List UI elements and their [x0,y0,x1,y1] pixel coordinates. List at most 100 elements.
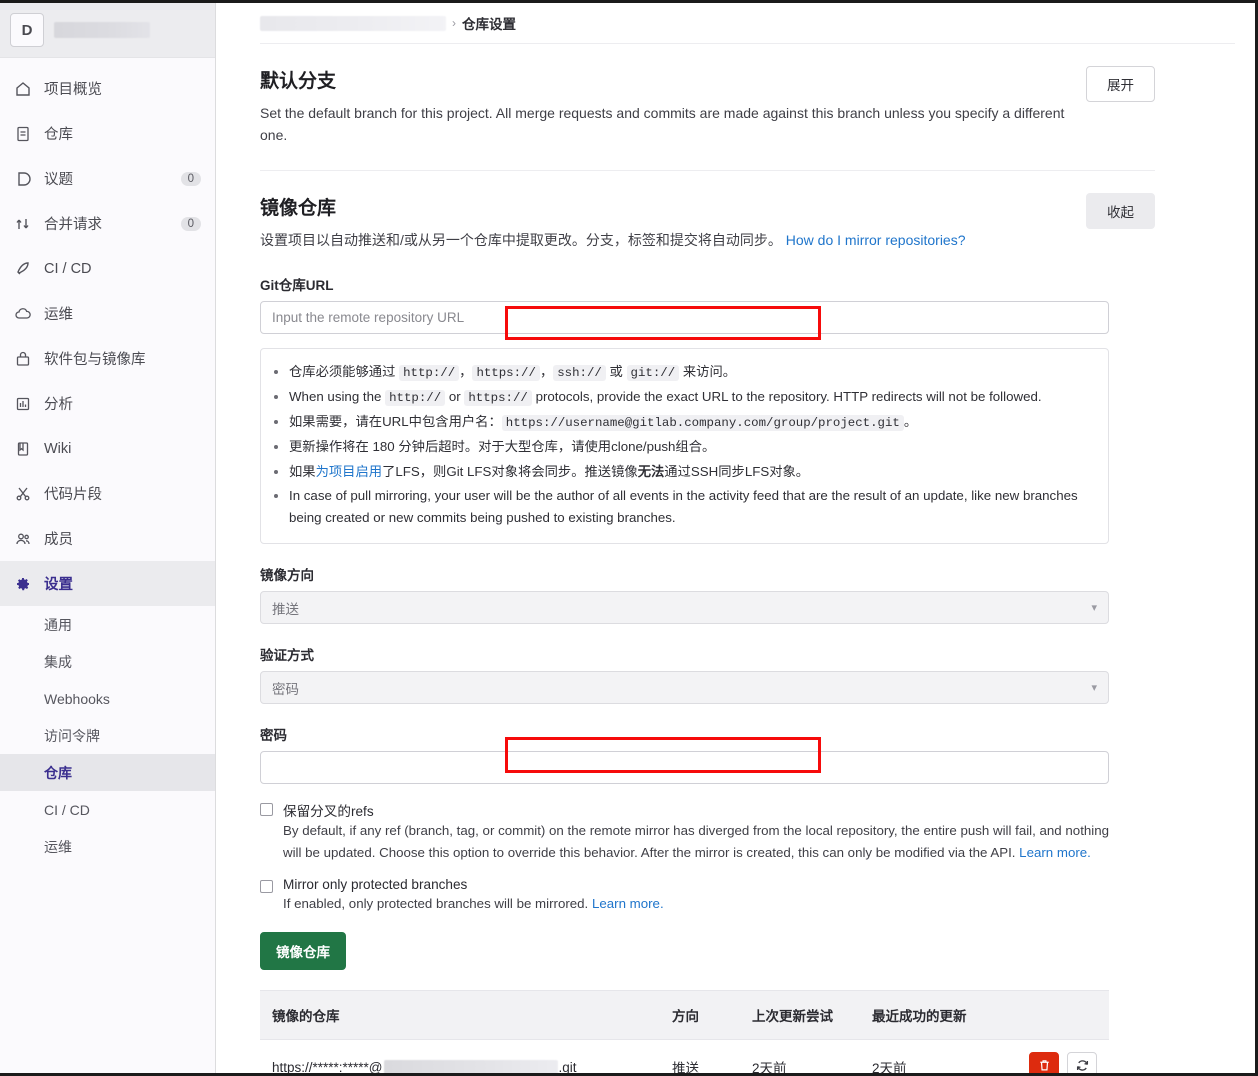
keep-divergent-refs-checkbox[interactable] [260,803,273,817]
sidebar-item-label: 分析 [44,397,73,413]
info-text: 如果 [289,463,316,479]
merge-request-icon [14,215,32,233]
protected-branches-only-description: If enabled, only protected branches will… [283,893,1113,914]
mirror-info-item: In case of pull mirroring, your user wil… [289,485,1092,528]
info-text: 如果需要，请在URL中包含用户名： [289,414,502,430]
sidebar-item-snippets[interactable]: 代码片段 [0,471,215,516]
protected-branches-only-label: Mirror only protected branches [283,877,468,892]
sidebar-subitem-repository[interactable]: 仓库 [0,754,215,791]
sidebar-item-members[interactable]: 成员 [0,516,215,561]
protected-branches-only-learn-more-link[interactable]: Learn more. [592,896,664,911]
mirror-description: 设置项目以自动推送和/或从另一个仓库中提取更改。分支，标签和提交将自动同步。 H… [260,230,966,252]
default-branch-header: 默认分支 Set the default branch for this pro… [260,66,1155,146]
sidebar-item-label: 成员 [44,532,73,548]
git-url-input[interactable] [260,301,1109,335]
mirror-actions [1029,1052,1097,1073]
info-text: 仓库必须能够通过 [289,364,400,380]
project-name-redacted [54,22,150,38]
delete-mirror-button[interactable] [1029,1052,1059,1073]
sidebar-subitem-webhooks[interactable]: Webhooks [0,680,215,717]
sidebar-item-label: 运维 [44,307,73,323]
cloud-icon [14,305,32,323]
sidebar-subitem-integrations[interactable]: 集成 [0,643,215,680]
sidebar-item-label: CI / CD [44,260,92,277]
settings-content: 默认分支 Set the default branch for this pro… [216,44,1255,1073]
table-row: https://*****:*****@ .git 推送 2天前 2天前 [260,1040,1109,1073]
mirror-title: 镜像仓库 [260,198,337,220]
sidebar-subitem-label: 访问令牌 [44,727,100,744]
sidebar-item-ci-cd[interactable]: CI / CD [0,246,215,291]
protected-branches-only-group: Mirror only protected branches If enable… [260,877,1155,914]
mirror-description-text: 设置项目以自动推送和/或从另一个仓库中提取更改。分支，标签和提交将自动同步。 [260,232,782,249]
auth-method-value: 密码 [272,681,299,697]
mirror-url-prefix: https://*****:*****@ [272,1059,383,1073]
info-text: 更新操作将在 180 分钟后超时。对于大型仓库，请使用clone/push组合。 [289,439,716,455]
mirrors-table-header-row: 镜像的仓库 方向 上次更新尝试 最近成功的更新 [260,990,1109,1041]
mirror-actions-cell [1000,1040,1109,1073]
password-input[interactable] [260,751,1109,785]
mirror-header: 镜像仓库 设置项目以自动推送和/或从另一个仓库中提取更改。分支，标签和提交将自动… [260,193,1155,252]
column-header-actions [1000,990,1109,1041]
sidebar-subitem-general[interactable]: 通用 [0,606,215,643]
breadcrumb-separator: › [452,16,456,30]
chart-icon [14,395,32,413]
sidebar-item-operations[interactable]: 运维 [0,291,215,336]
mirrors-table-head: 镜像的仓库 方向 上次更新尝试 最近成功的更新 [260,990,1109,1041]
mirrors-table-body: https://*****:*****@ .git 推送 2天前 2天前 [260,1040,1109,1073]
enable-for-project-link[interactable]: 为项目启用 [316,464,382,479]
auth-method-select[interactable]: 密码 ▾ [260,671,1109,705]
sidebar-subitem-access-tokens[interactable]: 访问令牌 [0,717,215,754]
sidebar-item-settings[interactable]: 设置 [0,561,215,606]
info-text: 或 [605,364,627,380]
sidebar-item-project-overview[interactable]: 项目概览 [0,66,215,111]
mirror-direction-select[interactable]: 推送 ▾ [260,591,1109,625]
inline-code: https:// [464,390,532,407]
mirror-url: https://*****:*****@ .git [272,1059,648,1073]
sidebar-item-label: 议题 [44,172,73,188]
sidebar-item-merge-requests[interactable]: 合并请求 0 [0,201,215,246]
inline-code: https:// [472,365,540,382]
mirror-url-suffix: .git [558,1059,577,1073]
default-branch-description: Set the default branch for this project.… [260,105,1065,143]
protected-branches-only-checkbox[interactable] [260,880,273,893]
keep-divergent-refs-learn-more-link[interactable]: Learn more. [1019,845,1091,860]
info-text: or [445,389,465,405]
breadcrumb-project-redacted[interactable] [260,15,446,31]
keep-divergent-refs-row[interactable]: 保留分叉的refs [260,800,1155,820]
sidebar-item-repository[interactable]: 仓库 [0,111,215,156]
home-icon [14,80,32,98]
mirror-info-item: 更新操作将在 180 分钟后超时。对于大型仓库，请使用clone/push组合。 [289,436,1092,458]
section-divider [260,170,1155,172]
sidebar-item-label: 代码片段 [44,487,102,503]
mirror-help-link[interactable]: How do I mirror repositories? [786,232,966,248]
mirror-repository-submit-button[interactable]: 镜像仓库 [260,932,346,971]
mirror-direction-label: 镜像方向 [260,568,314,584]
mirror-last-attempt-cell: 2天前 [752,1061,787,1073]
info-text: ， [459,364,473,380]
sidebar-item-packages-registry[interactable]: 软件包与镜像库 [0,336,215,381]
sidebar-subitem-operations[interactable]: 运维 [0,828,215,865]
update-mirror-button[interactable] [1067,1052,1097,1073]
project-header[interactable]: D [0,3,215,58]
issues-count-badge: 0 [180,171,201,186]
file-icon [14,125,32,143]
mirror-url-redacted [383,1059,558,1073]
sidebar-item-issues[interactable]: 议题 0 [0,156,215,201]
sidebar-subitem-label: 通用 [44,616,72,633]
default-branch-expand-button[interactable]: 展开 [1086,66,1155,102]
mirror-direction-cell: 推送 [672,1061,699,1073]
info-text: protocols, provide the exact URL to the … [531,389,1042,405]
sidebar-subitem-ci-cd[interactable]: CI / CD [0,791,215,828]
protected-branches-only-row[interactable]: Mirror only protected branches [260,877,1155,893]
column-header-last-attempt: 上次更新尝试 [740,990,860,1041]
auth-method-label: 验证方式 [260,648,314,664]
sidebar-item-label: 合并请求 [44,217,102,233]
sidebar-item-analytics[interactable]: 分析 [0,381,215,426]
rocket-icon [14,260,32,278]
default-branch-title: 默认分支 [260,71,337,92]
sidebar-item-wiki[interactable]: Wiki [0,426,215,471]
info-text: 。 [903,414,918,430]
mirror-info-item: 如果需要，请在URL中包含用户名：https://username@gitlab… [289,411,1092,433]
mirror-collapse-button[interactable]: 收起 [1086,193,1155,230]
breadcrumb-current: 仓库设置 [462,17,516,32]
